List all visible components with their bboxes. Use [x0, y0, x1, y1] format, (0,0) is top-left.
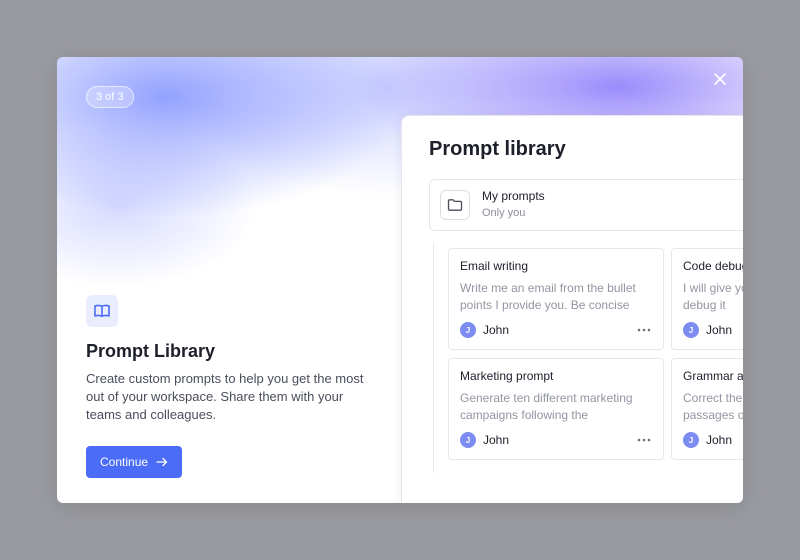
more-options-icon[interactable]	[637, 437, 651, 443]
tree-line	[433, 243, 434, 473]
continue-button[interactable]: Continue	[86, 446, 183, 478]
folder-my-prompts[interactable]: My prompts Only you	[429, 179, 743, 231]
prompt-card-description: Write me an email from the bullet points…	[460, 281, 636, 312]
author-name: John	[706, 323, 733, 337]
feature-description: Create custom prompts to help you get th…	[86, 371, 364, 422]
onboarding-modal: 3 of 3 Prompt Library Create custom prom…	[57, 57, 743, 503]
avatar: J	[683, 432, 699, 448]
prompt-card-description: I will give you code, please help me deb…	[683, 281, 743, 312]
step-badge: 3 of 3	[86, 86, 134, 108]
continue-label: Continue	[100, 455, 149, 469]
folder-icon	[447, 199, 463, 211]
prompt-card-author: J John	[460, 322, 509, 338]
book-icon	[94, 304, 110, 317]
prompt-card[interactable]: Email writing Write me an email from the…	[448, 248, 664, 350]
prompt-card[interactable]: Code debug I will give you code, please …	[671, 248, 743, 350]
prompt-card-title: Email writing	[460, 259, 529, 273]
prompt-card[interactable]: Grammar assistant Correct the grammar in…	[671, 358, 743, 460]
more-options-icon[interactable]	[637, 327, 651, 333]
avatar: J	[683, 322, 699, 338]
avatar: J	[460, 432, 476, 448]
prompt-card-title: Grammar assistant	[683, 369, 743, 383]
close-icon	[714, 73, 726, 85]
feature-intro: Prompt Library Create custom prompts to …	[86, 295, 376, 478]
prompt-card-author: J John	[683, 322, 732, 338]
panel-title: Prompt library	[429, 138, 566, 160]
folder-subtitle: Only you	[482, 207, 526, 219]
avatar: J	[460, 322, 476, 338]
feature-icon-badge	[86, 295, 118, 327]
author-name: John	[483, 323, 510, 337]
prompt-card-description: Correct the grammar in the passages of t…	[683, 391, 743, 422]
prompt-card-description: Generate ten different marketing campaig…	[460, 391, 633, 422]
feature-title: Prompt Library	[86, 341, 216, 361]
arrow-right-icon	[156, 457, 168, 467]
prompt-card-title: Marketing prompt	[460, 369, 554, 383]
author-name: John	[483, 433, 510, 447]
prompt-card[interactable]: Marketing prompt Generate ten different …	[448, 358, 664, 460]
folder-name: My prompts	[482, 189, 545, 203]
close-button[interactable]	[712, 71, 728, 87]
folder-icon-box	[440, 190, 470, 220]
author-name: John	[706, 433, 733, 447]
prompt-card-title: Code debug	[683, 259, 743, 273]
prompt-library-preview: Prompt library My prompts Only you Email…	[401, 115, 743, 503]
prompt-card-author: J John	[683, 432, 732, 448]
prompt-card-author: J John	[460, 432, 509, 448]
